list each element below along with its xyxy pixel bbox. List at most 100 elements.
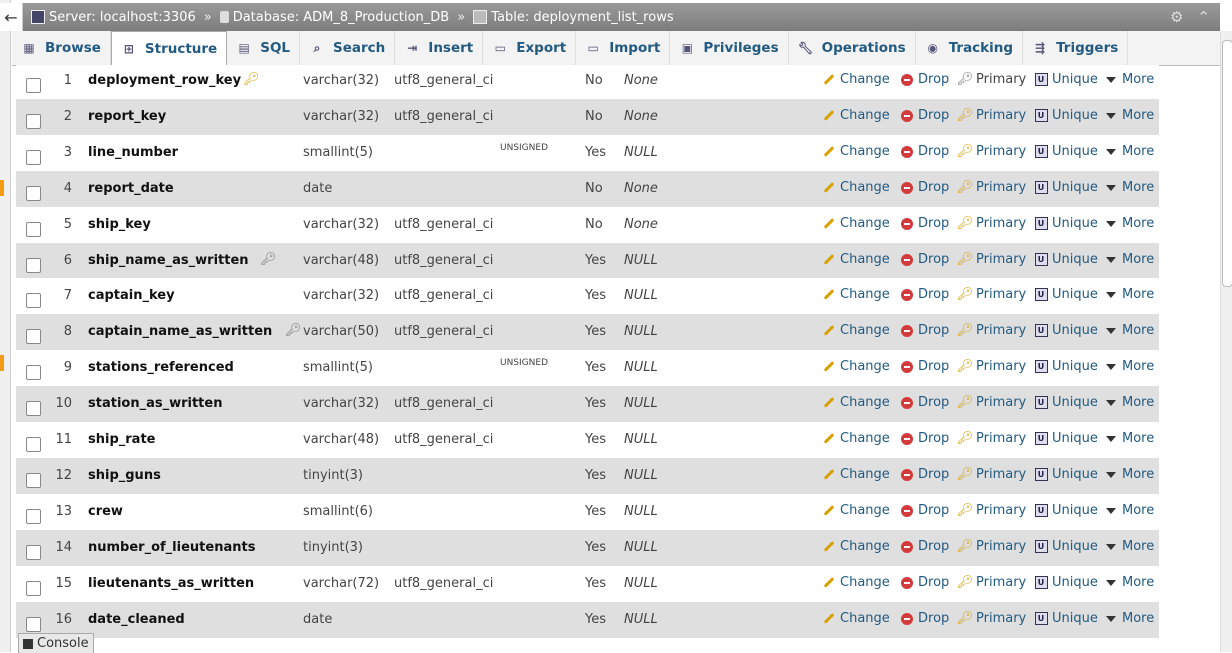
drop-link[interactable]: Drop xyxy=(900,72,949,87)
more-dropdown[interactable]: More xyxy=(1104,611,1154,626)
back-arrow-icon[interactable]: ← xyxy=(0,3,23,31)
row-checkbox[interactable] xyxy=(26,509,41,524)
unique-link[interactable]: U Unique xyxy=(1034,611,1098,626)
unique-link[interactable]: U Unique xyxy=(1034,287,1098,302)
tab-structure[interactable]: ⊞ Structure xyxy=(110,31,228,67)
drop-link[interactable]: Drop xyxy=(900,503,949,518)
drop-link[interactable]: Drop xyxy=(900,108,949,123)
console-button[interactable]: Console xyxy=(18,633,94,653)
unique-link[interactable]: U Unique xyxy=(1034,431,1098,446)
breadcrumb-server[interactable]: Server: localhost:3306 xyxy=(49,10,196,25)
unique-link[interactable]: U Unique xyxy=(1034,108,1098,123)
row-checkbox[interactable] xyxy=(26,78,41,93)
primary-link[interactable]: 🔑︎ Primary xyxy=(957,611,1027,626)
more-dropdown[interactable]: More xyxy=(1104,467,1154,482)
tab-search[interactable]: ⌕ Search xyxy=(300,31,396,65)
change-link[interactable]: Change xyxy=(822,395,890,410)
row-checkbox[interactable] xyxy=(26,365,41,380)
drop-link[interactable]: Drop xyxy=(900,395,949,410)
change-link[interactable]: Change xyxy=(822,611,890,626)
drop-link[interactable]: Drop xyxy=(900,144,949,159)
unique-link[interactable]: U Unique xyxy=(1034,395,1098,410)
unique-link[interactable]: U Unique xyxy=(1034,72,1098,87)
drop-link[interactable]: Drop xyxy=(900,359,949,374)
vertical-scrollbar[interactable] xyxy=(1220,31,1232,652)
settings-gear-icon[interactable]: ⚙ xyxy=(1170,8,1183,26)
unique-link[interactable]: U Unique xyxy=(1034,216,1098,231)
tab-import[interactable]: ▭ Import xyxy=(576,31,671,65)
more-dropdown[interactable]: More xyxy=(1104,72,1154,87)
unique-link[interactable]: U Unique xyxy=(1034,180,1098,195)
more-dropdown[interactable]: More xyxy=(1104,180,1154,195)
unique-link[interactable]: U Unique xyxy=(1034,503,1098,518)
change-link[interactable]: Change xyxy=(822,575,890,590)
drop-link[interactable]: Drop xyxy=(900,287,949,302)
drop-link[interactable]: Drop xyxy=(900,180,949,195)
change-link[interactable]: Change xyxy=(822,252,890,267)
primary-link[interactable]: 🔑︎ Primary xyxy=(957,395,1027,410)
more-dropdown[interactable]: More xyxy=(1104,323,1154,338)
row-checkbox[interactable] xyxy=(26,150,41,165)
more-dropdown[interactable]: More xyxy=(1104,216,1154,231)
breadcrumb-database[interactable]: Database: ADM_8_Production_DB xyxy=(233,10,450,25)
change-link[interactable]: Change xyxy=(822,323,890,338)
tab-sql[interactable]: ▤ SQL xyxy=(227,31,301,65)
more-dropdown[interactable]: More xyxy=(1104,144,1154,159)
more-dropdown[interactable]: More xyxy=(1104,395,1154,410)
breadcrumb-table[interactable]: Table: deployment_list_rows xyxy=(491,10,673,25)
change-link[interactable]: Change xyxy=(822,359,890,374)
more-dropdown[interactable]: More xyxy=(1104,575,1154,590)
row-checkbox[interactable] xyxy=(26,401,41,416)
row-checkbox[interactable] xyxy=(26,114,41,129)
collapse-icon[interactable]: ⌃ xyxy=(1197,8,1210,26)
row-checkbox[interactable] xyxy=(26,293,41,308)
drop-link[interactable]: Drop xyxy=(900,467,949,482)
drop-link[interactable]: Drop xyxy=(900,431,949,446)
drop-link[interactable]: Drop xyxy=(900,216,949,231)
drop-link[interactable]: Drop xyxy=(900,252,949,267)
change-link[interactable]: Change xyxy=(822,108,890,123)
tab-tracking[interactable]: ◉ Tracking xyxy=(916,31,1024,65)
row-checkbox[interactable] xyxy=(26,186,41,201)
drop-link[interactable]: Drop xyxy=(900,575,949,590)
tab-privileges[interactable]: ▣ Privileges xyxy=(670,31,789,65)
change-link[interactable]: Change xyxy=(822,72,890,87)
tab-browse[interactable]: ▦ Browse xyxy=(12,31,111,65)
change-link[interactable]: Change xyxy=(822,287,890,302)
primary-link[interactable]: 🔑︎ Primary xyxy=(957,287,1027,302)
primary-link[interactable]: 🔑︎ Primary xyxy=(957,467,1027,482)
row-checkbox[interactable] xyxy=(26,617,41,632)
primary-link[interactable]: 🔑︎ Primary xyxy=(957,144,1027,159)
drop-link[interactable]: Drop xyxy=(900,611,949,626)
row-checkbox[interactable] xyxy=(26,222,41,237)
change-link[interactable]: Change xyxy=(822,503,890,518)
change-link[interactable]: Change xyxy=(822,467,890,482)
more-dropdown[interactable]: More xyxy=(1104,503,1154,518)
drop-link[interactable]: Drop xyxy=(900,539,949,554)
scrollbar-thumb[interactable] xyxy=(1222,40,1232,287)
primary-link[interactable]: 🔑︎ Primary xyxy=(957,72,1027,87)
unique-link[interactable]: U Unique xyxy=(1034,252,1098,267)
change-link[interactable]: Change xyxy=(822,180,890,195)
tab-export[interactable]: ▭ Export xyxy=(483,31,577,65)
primary-link[interactable]: 🔑︎ Primary xyxy=(957,108,1027,123)
tab-operations[interactable]: 🔧︎ Operations xyxy=(789,31,916,65)
primary-link[interactable]: 🔑︎ Primary xyxy=(957,575,1027,590)
primary-link[interactable]: 🔑︎ Primary xyxy=(957,503,1027,518)
row-checkbox[interactable] xyxy=(26,581,41,596)
more-dropdown[interactable]: More xyxy=(1104,287,1154,302)
row-checkbox[interactable] xyxy=(26,437,41,452)
row-checkbox[interactable] xyxy=(26,473,41,488)
tab-insert[interactable]: ⇥ Insert xyxy=(395,31,484,65)
primary-link[interactable]: 🔑︎ Primary xyxy=(957,252,1027,267)
more-dropdown[interactable]: More xyxy=(1104,359,1154,374)
more-dropdown[interactable]: More xyxy=(1104,431,1154,446)
unique-link[interactable]: U Unique xyxy=(1034,575,1098,590)
primary-link[interactable]: 🔑︎ Primary xyxy=(957,323,1027,338)
row-checkbox[interactable] xyxy=(26,329,41,344)
unique-link[interactable]: U Unique xyxy=(1034,539,1098,554)
row-checkbox[interactable] xyxy=(26,258,41,273)
unique-link[interactable]: U Unique xyxy=(1034,359,1098,374)
drop-link[interactable]: Drop xyxy=(900,323,949,338)
primary-link[interactable]: 🔑︎ Primary xyxy=(957,539,1027,554)
